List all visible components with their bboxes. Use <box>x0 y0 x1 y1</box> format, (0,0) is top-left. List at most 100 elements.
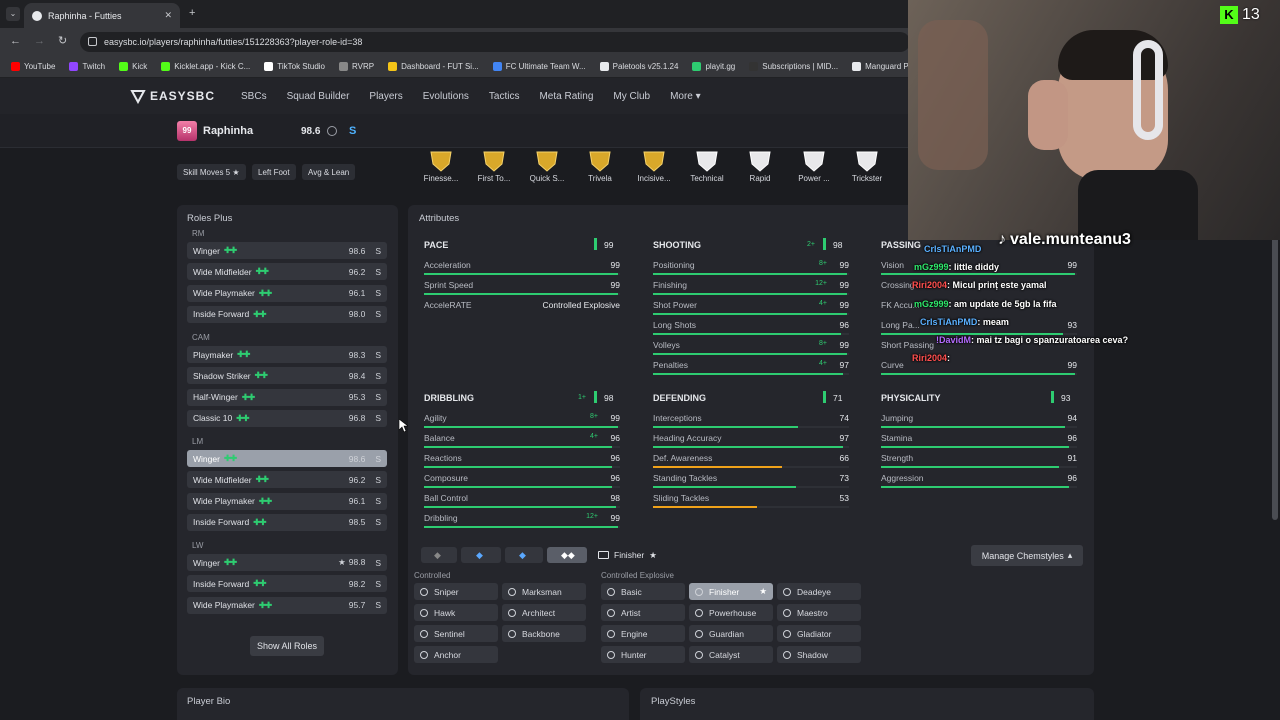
close-tab-icon[interactable]: ✕ <box>164 10 172 21</box>
role-rm-inside-forward[interactable]: Inside Forward ✚✚ 98.0 S <box>187 305 387 323</box>
nav-sbcs[interactable]: SBCs <box>241 91 267 102</box>
role-cam-shadow-striker[interactable]: Shadow Striker ✚✚ 98.4 S <box>187 367 387 385</box>
chat-text: : Micul prinț este yamal <box>947 280 1047 291</box>
attr-bar <box>653 373 844 375</box>
shooting-row-1: Finishing 99 12+ <box>653 276 849 296</box>
playstyle-8[interactable]: Trickster <box>843 150 891 183</box>
role-tier: S <box>375 349 381 360</box>
chemstyle-engine[interactable]: Engine <box>601 625 685 642</box>
role-cam-playmaker[interactable]: Playmaker ✚✚ 98.3 S <box>187 346 387 363</box>
dribbling-header: DRIBBLING <box>424 393 474 403</box>
bookmark-0[interactable]: YouTube <box>6 62 60 71</box>
bookmark-5[interactable]: RVRP <box>334 62 379 71</box>
bookmark-3[interactable]: Kicklet.app - Kick C... <box>156 62 255 71</box>
playstyle-6[interactable]: Rapid <box>736 150 784 183</box>
bookmark-4[interactable]: TikTok Studio <box>259 62 330 71</box>
site-info-icon[interactable] <box>88 37 97 46</box>
chemstyle-architect[interactable]: Architect <box>502 604 586 621</box>
role-lm-winger[interactable]: Winger ✚✚ 98.6 S <box>187 450 387 467</box>
attr-value: 96 <box>1067 473 1077 483</box>
role-rm-wide-midfielder[interactable]: Wide Midfielder ✚✚ 96.2 S <box>187 263 387 281</box>
nav-my-club[interactable]: My Club <box>613 91 650 102</box>
chemstyle-finisher[interactable]: Finisher ★ <box>689 583 773 600</box>
bookmark-1[interactable]: Twitch <box>64 62 110 71</box>
playstyle-7[interactable]: Power ... <box>790 150 838 183</box>
passing-row-5: Curve 99 <box>881 356 1077 376</box>
role-rating-value: 98.8 <box>348 557 366 567</box>
playstyle-4[interactable]: Incisive... <box>630 150 678 183</box>
role-lw-wide-playmaker[interactable]: Wide Playmaker ✚✚ 95.7 S <box>187 596 387 614</box>
nav-squad-builder[interactable]: Squad Builder <box>287 91 350 102</box>
browser-tab[interactable]: Raphinha - Futties ✕ <box>24 3 180 28</box>
role-cam-half-winger[interactable]: Half-Winger ✚✚ 95.3 S <box>187 388 387 406</box>
dribbling-row-5: Dribbling 99 12+ <box>424 509 620 529</box>
role-cam-classic-10[interactable]: Classic 10 ✚✚ 96.8 S <box>187 409 387 427</box>
plus-plus-icon: ✚✚ <box>223 453 237 463</box>
chemstyle-guardian[interactable]: Guardian <box>689 625 773 642</box>
role-rm-winger[interactable]: Winger ✚✚ 98.6 S <box>187 242 387 259</box>
bookmark-10[interactable]: Subscriptions | MID... <box>744 62 843 71</box>
playstyle-0[interactable]: Finesse... <box>417 150 465 183</box>
role-rm-wide-playmaker[interactable]: Wide Playmaker ✚✚ 96.1 S <box>187 284 387 302</box>
url-field[interactable]: easysbc.io/players/raphinha/futties/1512… <box>80 32 910 52</box>
role-lw-inside-forward[interactable]: Inside Forward ✚✚ 98.2 S <box>187 575 387 593</box>
reload-icon[interactable]: ↻ <box>58 34 67 47</box>
role-lm-wide-midfielder[interactable]: Wide Midfielder ✚✚ 96.2 S <box>187 471 387 489</box>
easysbc-logo[interactable]: EASYSBC <box>130 88 215 104</box>
nav-more[interactable]: More ▾ <box>670 91 701 102</box>
chemstyle-sniper[interactable]: Sniper <box>414 583 498 600</box>
attr-value: 99 <box>610 413 620 423</box>
chemstyle-basic[interactable]: Basic <box>601 583 685 600</box>
playstyle-3[interactable]: Trivela <box>576 150 624 183</box>
playstyle-5[interactable]: Technical <box>683 150 731 183</box>
chemstyle-gladiator[interactable]: Gladiator <box>777 625 861 642</box>
back-arrow-icon[interactable]: ← <box>10 35 21 47</box>
playstyle-2[interactable]: Quick S... <box>523 150 571 183</box>
bookmark-9[interactable]: playit.gg <box>687 62 740 71</box>
manage-chemstyles-button[interactable]: Manage Chemstyles ▴ <box>971 545 1083 566</box>
chemstyle-hawk[interactable]: Hawk <box>414 604 498 621</box>
attr-boost: 4+ <box>819 360 827 367</box>
role-lm-wide-playmaker[interactable]: Wide Playmaker ✚✚ 96.1 S <box>187 492 387 510</box>
new-tab-icon[interactable]: + <box>189 7 195 19</box>
bookmark-7[interactable]: FC Ultimate Team W... <box>488 62 591 71</box>
chem-tab-2[interactable]: ◆ <box>505 547 543 563</box>
role-tier: S <box>375 370 381 381</box>
bookmark-6[interactable]: Dashboard - FUT Si... <box>383 62 484 71</box>
chem-tab-0[interactable]: ◆ <box>421 547 457 563</box>
chemstyle-catalyst[interactable]: Catalyst <box>689 646 773 663</box>
chemstyle-powerhouse[interactable]: Powerhouse <box>689 604 773 621</box>
chemstyle-shadow[interactable]: Shadow <box>777 646 861 663</box>
chemstyle-anchor[interactable]: Anchor <box>414 646 498 663</box>
playstyle-1[interactable]: First To... <box>470 150 518 183</box>
attr-name: Curve <box>881 360 904 370</box>
chem-tab-3[interactable]: ◆◆ <box>547 547 587 563</box>
forward-arrow-icon[interactable]: → <box>34 35 45 47</box>
chemstyle-backbone[interactable]: Backbone <box>502 625 586 642</box>
defending-row-4: Sliding Tackles 53 <box>653 489 849 509</box>
nav-meta-rating[interactable]: Meta Rating <box>539 91 593 102</box>
chemstyle-hunter[interactable]: Hunter <box>601 646 685 663</box>
chat-message-4: CrIsTiAnPMD: meam <box>920 317 1009 327</box>
rating-info-icon[interactable] <box>327 126 337 136</box>
bookmark-8[interactable]: Paletools v25.1.24 <box>595 62 684 71</box>
chem-tab-1[interactable]: ◆ <box>461 547 501 563</box>
tab-list-button[interactable]: ⌄ <box>6 7 20 21</box>
attr-value: 99 <box>839 300 849 310</box>
chemstyle-deadeye[interactable]: Deadeye <box>777 583 861 600</box>
bookmark-2[interactable]: Kick <box>114 62 152 71</box>
chemstyle-label: Artist <box>621 607 641 618</box>
chemstyle-maestro[interactable]: Maestro <box>777 604 861 621</box>
nav-evolutions[interactable]: Evolutions <box>423 91 469 102</box>
role-lw-winger[interactable]: Winger ✚✚ ★ 98.8 S <box>187 554 387 571</box>
chemstyle-marksman[interactable]: Marksman <box>502 583 586 600</box>
nav-tactics[interactable]: Tactics <box>489 91 520 102</box>
show-all-roles-button[interactable]: Show All Roles <box>250 636 324 656</box>
chemstyle-artist[interactable]: Artist <box>601 604 685 621</box>
nav-players[interactable]: Players <box>369 91 402 102</box>
shooting-value: 98 <box>833 240 843 250</box>
chemstyle-sentinel[interactable]: Sentinel <box>414 625 498 642</box>
star-icon: ★ <box>338 557 346 567</box>
player-bio-title: Player Bio <box>187 696 231 707</box>
role-lm-inside-forward[interactable]: Inside Forward ✚✚ 98.5 S <box>187 513 387 531</box>
